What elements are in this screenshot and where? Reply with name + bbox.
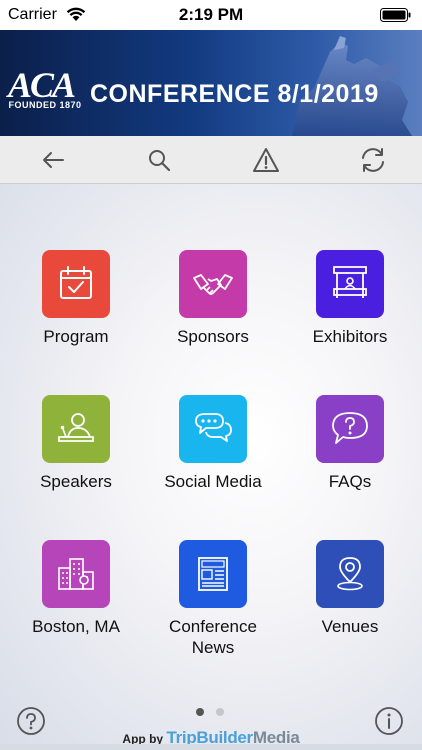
chat-bubbles-icon (195, 413, 232, 442)
status-time: 2:19 PM (178, 5, 244, 24)
tile-faqs-label: FAQs (328, 472, 372, 491)
handshake-icon (193, 274, 233, 295)
tile-news-icon-box (179, 540, 247, 608)
search-button[interactable] (143, 144, 175, 176)
tile-speakers-icon-box (42, 395, 110, 463)
page-dot-active[interactable] (196, 708, 204, 716)
calendar-check-icon (60, 266, 92, 299)
tile-social-media[interactable]: Social Media (145, 395, 281, 492)
tile-program[interactable]: Program (8, 250, 144, 347)
tile-faqs-icon-box (316, 395, 384, 463)
tile-sponsors[interactable]: Sponsors (145, 250, 281, 347)
tile-exhibitors[interactable]: Exhibitors (282, 250, 418, 347)
tile-news-label: Conference News (169, 617, 257, 657)
map-pin-icon (337, 557, 363, 591)
tile-speakers[interactable]: Speakers (8, 395, 144, 492)
search-icon (149, 150, 171, 172)
tile-program-icon-box (42, 250, 110, 318)
alerts-button[interactable] (250, 144, 282, 176)
tile-sponsors-label: Sponsors (177, 327, 249, 346)
tile-social-media-icon-box (179, 395, 247, 463)
toolbar (0, 136, 422, 184)
back-button[interactable] (37, 144, 69, 176)
tile-boston-icon-box (42, 540, 110, 608)
tile-speakers-label: Speakers (40, 472, 112, 491)
refresh-button[interactable] (357, 144, 389, 176)
tile-social-media-label: Social Media (164, 472, 262, 491)
newspaper-icon (198, 557, 228, 591)
bottom-edge (0, 744, 422, 750)
refresh-icon (362, 148, 384, 172)
conference-banner: ACA FOUNDED 1870 CONFERENCE 8/1/2019 (0, 30, 422, 136)
conference-title: CONFERENCE 8/1/2019 (90, 80, 379, 108)
tile-sponsors-icon-box (179, 250, 247, 318)
aca-founded-label: FOUNDED 1870 (8, 100, 82, 110)
back-arrow-icon (43, 152, 64, 168)
tile-exhibitors-icon-box (316, 250, 384, 318)
tile-program-label: Program (43, 327, 109, 346)
status-bar: Carrier 2:19 PM (0, 0, 422, 30)
speaker-podium-icon (58, 413, 94, 442)
tile-faqs[interactable]: FAQs (282, 395, 418, 492)
page-dot[interactable] (216, 708, 224, 716)
tile-venues-label: Venues (321, 617, 379, 636)
tile-conference-news[interactable]: Conference News (145, 540, 281, 658)
question-bubble-icon (332, 412, 368, 444)
tile-boston[interactable]: Boston, MA (8, 540, 144, 637)
tile-exhibitors-label: Exhibitors (312, 327, 388, 346)
tile-boston-label: Boston, MA (32, 617, 120, 636)
city-buildings-icon (58, 558, 94, 590)
tile-venues[interactable]: Venues (282, 540, 418, 637)
alert-icon (253, 148, 279, 172)
tile-venues-icon-box (316, 540, 384, 608)
booth-icon (333, 266, 367, 298)
battery-icon (380, 8, 411, 22)
